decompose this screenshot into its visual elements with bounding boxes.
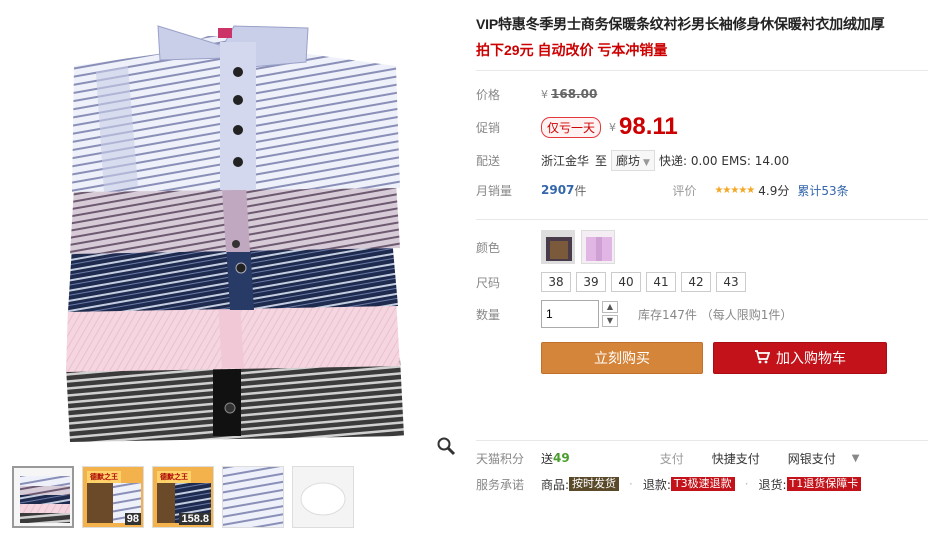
chevron-down-icon[interactable]: ▼ bbox=[852, 453, 860, 464]
sales-row: 月销量 2907 件 评价 ★★★★★ 4.9分 累计53条 bbox=[476, 175, 928, 205]
service-promise-row: 服务承诺 商品: 按时发货 · 退款: T3极速退款 · 退货: T1退货保障卡 bbox=[476, 471, 928, 497]
original-price-value: 168.00 bbox=[551, 87, 598, 101]
promo-price: 98.11 bbox=[619, 113, 678, 140]
sales-unit: 件 bbox=[574, 183, 587, 198]
size-option[interactable]: 40 bbox=[611, 272, 641, 292]
currency-symbol: ¥ bbox=[541, 88, 548, 101]
delivery-label: 配送 bbox=[476, 153, 501, 168]
thumbnail-badge: 德默之王 bbox=[87, 471, 121, 483]
thumbnail-price: 158.8 bbox=[179, 513, 211, 525]
size-option[interactable]: 38 bbox=[541, 272, 571, 292]
separator-dot: · bbox=[744, 477, 749, 491]
original-price: ¥168.00 bbox=[541, 87, 597, 101]
payment-bank-link[interactable]: 网银支付 bbox=[788, 450, 836, 467]
thumbnail-2[interactable]: 德默之王 98 bbox=[82, 466, 144, 528]
product-subtitle: 拍下29元 自动改价 亏本冲销量 bbox=[476, 42, 668, 58]
quantity-input[interactable] bbox=[541, 300, 599, 328]
delivery-to: 至 bbox=[595, 153, 608, 168]
add-to-cart-label: 加入购物车 bbox=[776, 350, 846, 366]
price-panel: 价格 ¥168.00 促销 仅亏一天 ¥ 98.11 配送 浙江金华 至 廊坊 ▼… bbox=[476, 71, 928, 205]
quantity-decrease-icon[interactable]: ▼ bbox=[602, 315, 618, 327]
sales-label: 月销量 bbox=[476, 183, 513, 198]
delivery-origin: 浙江金华 bbox=[541, 153, 590, 168]
size-options: 38 39 40 41 42 43 bbox=[541, 272, 746, 292]
monthly-sales-count: 2907 bbox=[541, 183, 575, 197]
thumbnail-fabric-closeup-image bbox=[223, 467, 283, 527]
destination-value: 廊坊 bbox=[616, 153, 641, 168]
fast-refund-badge[interactable]: T3极速退款 bbox=[670, 477, 735, 491]
product-info: VIP特惠冬季男士商务保暖条纹衬衫男长袖修身休保暖衬衣加绒加厚 拍下29元 自动… bbox=[476, 14, 928, 374]
shopping-cart-icon bbox=[754, 344, 771, 374]
thumbnail-shirt-stack-image bbox=[20, 476, 70, 523]
size-option[interactable]: 42 bbox=[681, 272, 711, 292]
zoom-magnifier-icon[interactable] bbox=[436, 436, 456, 456]
ship-on-time-badge[interactable]: 按时发货 bbox=[569, 477, 620, 491]
promise-label: 服务承诺 bbox=[476, 477, 525, 492]
promo-label: 促销 bbox=[476, 120, 501, 135]
thumbnail-fleece-lining-image bbox=[293, 467, 353, 527]
promo-tag: 仅亏一天 bbox=[541, 116, 602, 138]
points-payment-row: 天猫积分 送 49 支付 快捷支付 网银支付 ▼ bbox=[476, 445, 928, 471]
thumbnail-strip: 德默之王 98 德默之王 158.8 bbox=[12, 466, 354, 528]
quantity-selector: 数量 ▲ ▼ 库存147件 （每人限购1件） bbox=[476, 300, 928, 328]
shirt-stack-illustration bbox=[66, 25, 404, 442]
service-footer: 天猫积分 送 49 支付 快捷支付 网银支付 ▼ 服务承诺 商品: 按时发货 · … bbox=[476, 440, 928, 497]
product-title: VIP特惠冬季男士商务保暖条纹衬衫男长袖修身休保暖衬衣加绒加厚 bbox=[476, 16, 885, 32]
add-to-cart-button[interactable]: 加入购物车 bbox=[713, 342, 887, 374]
thumbnail-4[interactable] bbox=[222, 466, 284, 528]
destination-select[interactable]: 廊坊 ▼ bbox=[611, 149, 655, 171]
shipping-fees: 快递: 0.00 EMS: 14.00 bbox=[658, 153, 790, 168]
price-label: 价格 bbox=[476, 87, 501, 102]
points-value: 49 bbox=[553, 451, 570, 465]
chevron-down-icon: ▼ bbox=[643, 157, 650, 168]
rating-label: 评价 bbox=[672, 183, 697, 198]
size-option[interactable]: 41 bbox=[646, 272, 676, 292]
currency-symbol: ¥ bbox=[609, 120, 617, 134]
delivery-row: 配送 浙江金华 至 廊坊 ▼ 快递: 0.00 EMS: 14.00 bbox=[476, 145, 928, 175]
size-selector: 尺码 38 39 40 41 42 43 bbox=[476, 272, 928, 292]
review-count-link[interactable]: 累计53条 bbox=[797, 182, 848, 199]
separator-dot: · bbox=[629, 477, 633, 491]
color-swatch-image bbox=[542, 231, 574, 263]
size-label: 尺码 bbox=[476, 275, 501, 290]
divider bbox=[476, 219, 928, 220]
divider bbox=[476, 440, 928, 441]
action-buttons: 立刻购买 加入购物车 bbox=[541, 342, 928, 374]
goods-key: 商品: bbox=[541, 477, 570, 492]
points-prefix: 送 bbox=[541, 451, 554, 466]
thumbnail-3[interactable]: 德默之王 158.8 bbox=[152, 466, 214, 528]
product-gallery: 德默之王 98 德默之王 158.8 bbox=[8, 6, 460, 528]
points-label: 天猫积分 bbox=[476, 451, 525, 466]
color-label: 颜色 bbox=[476, 240, 501, 255]
refund-key: 退款: bbox=[642, 477, 671, 492]
buy-now-button[interactable]: 立刻购买 bbox=[541, 342, 703, 374]
star-rating-icon: ★★★★★ bbox=[714, 184, 755, 196]
thumbnail-badge: 德默之王 bbox=[157, 471, 191, 483]
promo-price-row: 促销 仅亏一天 ¥ 98.11 bbox=[476, 109, 928, 145]
size-option[interactable]: 39 bbox=[576, 272, 606, 292]
color-swatch-image bbox=[582, 231, 614, 263]
return-guarantee-badge[interactable]: T1退货保障卡 bbox=[786, 477, 862, 491]
color-selector: 颜色 bbox=[476, 230, 928, 264]
payment-quick-link[interactable]: 快捷支付 bbox=[712, 450, 760, 467]
quantity-label: 数量 bbox=[476, 307, 501, 322]
size-option[interactable]: 43 bbox=[716, 272, 746, 292]
thumbnail-1[interactable] bbox=[12, 466, 74, 528]
quantity-increase-icon[interactable]: ▲ bbox=[602, 301, 618, 313]
color-swatch-brown[interactable] bbox=[541, 230, 575, 264]
return-key: 退货: bbox=[758, 477, 787, 492]
thumbnail-5[interactable] bbox=[292, 466, 354, 528]
stock-info: 库存147件 （每人限购1件） bbox=[638, 307, 793, 322]
original-price-row: 价格 ¥168.00 bbox=[476, 79, 928, 109]
payment-label: 支付 bbox=[659, 451, 684, 466]
rating-score: 4.9分 bbox=[758, 183, 790, 198]
color-swatch-pink[interactable] bbox=[581, 230, 615, 264]
main-product-image[interactable] bbox=[8, 6, 460, 458]
thumbnail-price: 98 bbox=[124, 513, 141, 525]
quantity-stepper: ▲ ▼ bbox=[602, 301, 618, 327]
